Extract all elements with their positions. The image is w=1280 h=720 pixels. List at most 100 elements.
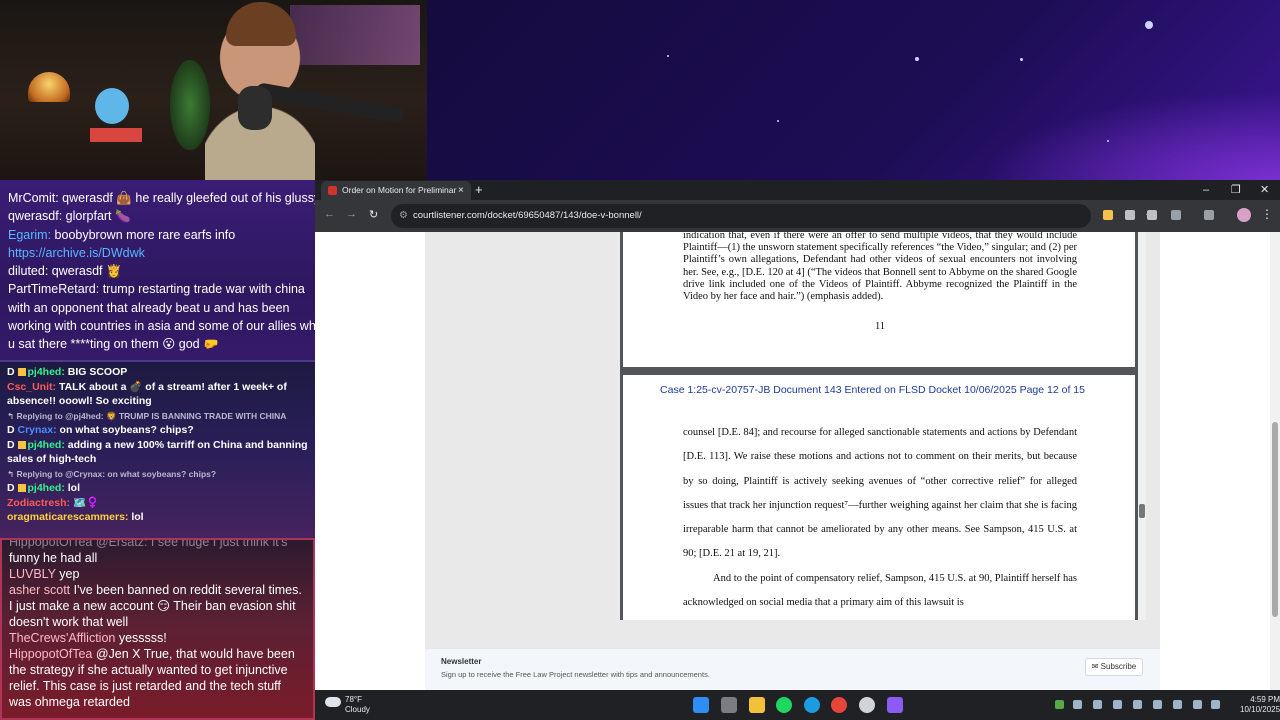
- chrome-icon[interactable]: [831, 697, 847, 713]
- tray-icon[interactable]: [1173, 700, 1182, 709]
- sidepanel-icon[interactable]: [1204, 210, 1214, 220]
- pdf-page-11: indication that, even if there were an o…: [623, 232, 1135, 367]
- chat-message-cont: with an opponent that already beat u and…: [8, 300, 290, 315]
- reply-line: ↰ Replying to @Crynax: on what soybeans?…: [7, 468, 217, 479]
- lamp: [28, 72, 70, 102]
- spotify-icon[interactable]: [776, 697, 792, 713]
- reload-icon[interactable]: ↻: [369, 208, 378, 221]
- puzzle-icon[interactable]: [1171, 210, 1181, 220]
- subscribe-label: Subscribe: [1100, 662, 1137, 671]
- chat-message: PartTimeRetard: trump restarting trade w…: [8, 282, 305, 297]
- toolbar: ← → ↻ ⚙ courtlistener.com/docket/6965048…: [315, 200, 1280, 232]
- back-icon[interactable]: ←: [324, 208, 335, 220]
- chat-message-cont: u sat there ****ting on them 😮 god 🤛: [8, 337, 219, 352]
- books: [90, 128, 142, 142]
- chat-message: D pj4hed: adding a new 100% tarriff on C…: [7, 438, 308, 466]
- trash-icon[interactable]: [1125, 210, 1135, 220]
- weather-condition: Cloudy: [345, 704, 370, 714]
- tray-icon[interactable]: [1153, 700, 1162, 709]
- mail-icon: ✉: [1091, 662, 1101, 671]
- tray-icon[interactable]: [1055, 700, 1064, 709]
- paragraph: And to the point of compensatory relief,…: [683, 572, 1077, 609]
- page-header: Case 1:25-cv-20757-JB Document 143 Enter…: [660, 384, 1085, 396]
- pdf-icon: [328, 186, 337, 195]
- tab-title: Order on Motion for Preliminar: [342, 185, 457, 195]
- forward-icon[interactable]: →: [346, 208, 357, 220]
- badge-icon: [17, 484, 26, 493]
- pdf-scroll-thumb[interactable]: [1139, 504, 1145, 518]
- pdf-viewer[interactable]: indication that, even if there were an o…: [620, 232, 1138, 620]
- network-icon[interactable]: [1193, 700, 1202, 709]
- space-background: [427, 0, 1280, 180]
- maximize-button[interactable]: ❐: [1231, 180, 1241, 200]
- task-view-icon[interactable]: [721, 697, 737, 713]
- toy-figure: [95, 88, 129, 124]
- chat-message: D Crynax: on what soybeans? chips?: [7, 424, 194, 436]
- webcam-feed: [0, 0, 427, 180]
- star-dot: [667, 55, 669, 57]
- star-dot: [1020, 58, 1023, 61]
- chat-panel-top[interactable]: MrComit: qwerasdf 👜 he really gleefed ou…: [0, 180, 315, 360]
- star-dot: [915, 57, 919, 61]
- new-tab-button[interactable]: +: [475, 180, 483, 200]
- chat-message: TheCrews'Affliction yesssss!: [9, 631, 167, 645]
- chat-message: HippopotOfTea @Jen X True, that would ha…: [9, 647, 295, 709]
- browser-window: Order on Motion for Preliminar × + – ❐ ✕…: [315, 180, 1280, 690]
- address-bar[interactable]: ⚙ courtlistener.com/docket/69650487/143/…: [391, 204, 1155, 228]
- tray-icon[interactable]: [1133, 700, 1142, 709]
- close-window-button[interactable]: ✕: [1260, 180, 1269, 200]
- folder-icon[interactable]: [1103, 210, 1113, 220]
- temperature: 78°F: [345, 695, 362, 704]
- chat-panel-bottom[interactable]: HippopotOfTea @Ersatz: I see huge I just…: [0, 538, 315, 720]
- page-number: 11: [874, 321, 886, 333]
- clock[interactable]: 4:59 PM 10/10/2025: [1240, 695, 1280, 715]
- chat-message: diluted: qwerasdf 👸: [8, 264, 122, 279]
- chat-message-cont: working with countries in asia and some …: [8, 319, 315, 334]
- file-explorer-icon[interactable]: [749, 697, 765, 713]
- minimize-button[interactable]: –: [1203, 180, 1209, 200]
- tray-icon[interactable]: [1113, 700, 1122, 709]
- obs-icon[interactable]: [859, 697, 875, 713]
- tab-active[interactable]: Order on Motion for Preliminar ×: [321, 181, 471, 200]
- chat-panel-mid[interactable]: D pj4hed: BIG SCOOP Csc_Unit: TALK about…: [0, 360, 315, 538]
- tray-icon[interactable]: [1093, 700, 1102, 709]
- extension-icon[interactable]: [1147, 210, 1157, 220]
- volume-icon[interactable]: [1211, 700, 1220, 709]
- pdf-page-12: Case 1:25-cv-20757-JB Document 143 Enter…: [623, 375, 1135, 620]
- start-icon[interactable]: [693, 697, 709, 713]
- tray-icon[interactable]: [1073, 700, 1082, 709]
- chat-message: LUVBLY yep: [9, 567, 80, 581]
- menu-icon[interactable]: ⋮: [1261, 207, 1273, 221]
- newsletter-title: Newsletter: [441, 657, 482, 666]
- chat-message-faded: HippopotOfTea @Ersatz: I see huge I just…: [9, 538, 288, 549]
- badge-icon: [17, 440, 26, 449]
- app-icon[interactable]: [887, 697, 903, 713]
- chat-message: D pj4hed: lol: [7, 482, 81, 494]
- edge-icon[interactable]: [804, 697, 820, 713]
- page-margin-left: [315, 232, 425, 690]
- tab-strip: Order on Motion for Preliminar × + – ❐ ✕: [315, 180, 1280, 200]
- clock-date: 10/10/2025: [1240, 705, 1280, 714]
- taskbar: 78°F Cloudy 4:59 PM 10/10/2025: [315, 690, 1280, 720]
- newsletter-banner: Newsletter Sign up to receive the Free L…: [425, 648, 1160, 690]
- profile-avatar[interactable]: [1237, 208, 1251, 222]
- reply-line: ↰ Replying to @pj4hed: 🦁 TRUMP IS BANNIN…: [7, 410, 287, 421]
- chat-message: funny he had all: [9, 551, 98, 565]
- page-scroll-thumb[interactable]: [1272, 422, 1278, 617]
- page-content: indication that, even if there were an o…: [315, 232, 1280, 690]
- site-info-icon[interactable]: ⚙: [399, 204, 408, 228]
- pdf-scrollbar[interactable]: [1138, 232, 1146, 620]
- chat-message: asher scott I've been banned on reddit s…: [9, 583, 302, 629]
- badge-icon: [17, 368, 26, 377]
- chat-message: Csc_Unit: TALK about a 💣 of a stream! af…: [7, 380, 287, 408]
- chat-message: Zodiactresh: 🗺️♀️: [7, 496, 100, 509]
- page-scrollbar[interactable]: [1270, 232, 1280, 690]
- subscribe-button[interactable]: ✉ Subscribe: [1085, 658, 1143, 676]
- close-tab-icon[interactable]: ×: [458, 181, 464, 200]
- chat-link[interactable]: https://archive.is/DWdwk: [8, 244, 307, 262]
- weather-widget[interactable]: 78°F Cloudy: [325, 695, 370, 714]
- chat-message: MrComit: qwerasdf 👜 he really gleefed ou…: [8, 191, 315, 205]
- newsletter-subtitle: Sign up to receive the Free Law Project …: [441, 670, 710, 679]
- microphone: [238, 86, 272, 130]
- plant: [170, 60, 210, 150]
